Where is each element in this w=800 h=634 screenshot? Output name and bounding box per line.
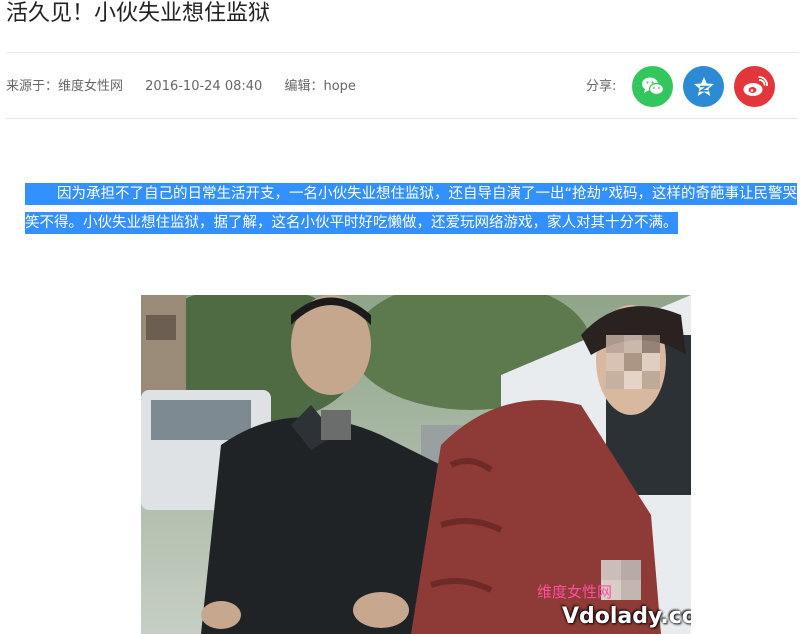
wechat-icon — [641, 77, 664, 95]
weibo-icon — [743, 75, 768, 96]
article-meta: 来源于：维度女性网 2016-10-24 08:40 编辑：hope — [6, 78, 374, 96]
watermark-site-name: 维度女性网 — [537, 583, 613, 601]
qzone-icon — [693, 76, 714, 96]
share-weibo-button[interactable] — [734, 66, 775, 107]
watermark-url: Vdolady.com — [562, 604, 691, 629]
article-body-text: 因为承担不了自己的日常生活开支，一名小伙失业想住监狱，还自导自演了一出“抢劫”戏… — [25, 186, 798, 231]
title-divider — [6, 52, 798, 53]
article-datetime: 2016-10-24 08:40 — [145, 79, 263, 94]
article-body: 因为承担不了自己的日常生活开支，一名小伙失业想住监狱，还自导自演了一出“抢劫”戏… — [25, 180, 800, 238]
selected-text: 因为承担不了自己的日常生活开支，一名小伙失业想住监狱，还自导自演了一出“抢劫”戏… — [25, 183, 798, 234]
share-wechat-button[interactable] — [632, 66, 673, 107]
share-label: 分享: — [586, 79, 617, 94]
share-qzone-button[interactable] — [683, 66, 724, 107]
article-source: 来源于：维度女性网 — [6, 79, 124, 94]
article-editor: 编辑：hope — [284, 79, 356, 94]
article-title: 活久见！小伙失业想住监狱 — [6, 1, 271, 26]
article-photo: 维度女性网 Vdolady.com — [141, 295, 691, 634]
meta-divider — [6, 118, 798, 119]
